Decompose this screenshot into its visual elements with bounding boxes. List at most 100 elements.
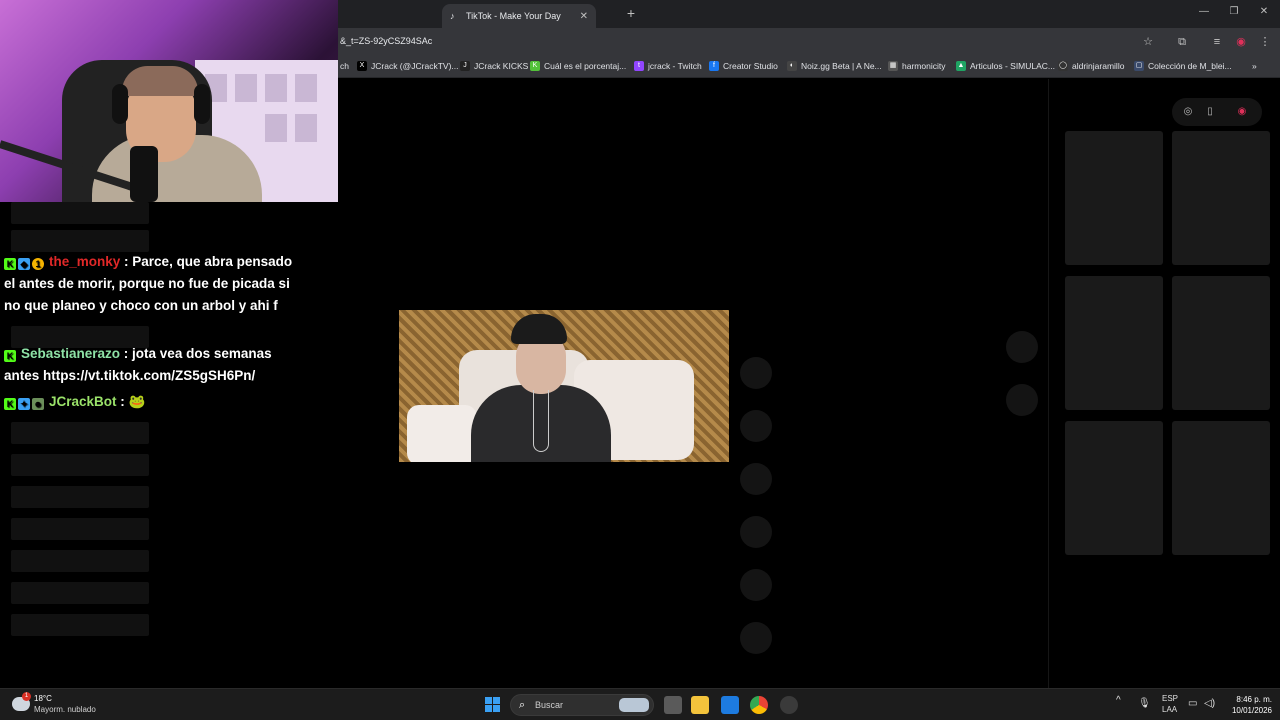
address-bar[interactable]: &_t=ZS-92yCSZ94SAc xyxy=(340,36,432,46)
microphone-tray-icon[interactable]: 🎙 xyxy=(1138,698,1151,709)
file-explorer-icon[interactable] xyxy=(691,696,709,714)
bookmark-label: JCrack (@JCrackTV)... xyxy=(371,61,459,71)
search-highlight-image xyxy=(619,698,649,712)
video-thumbnail[interactable] xyxy=(1065,131,1163,265)
bookmark-item[interactable]: J JCrack KICKS xyxy=(460,61,528,71)
tab-tiktok[interactable]: ♪ TikTok - Make Your Day ✕ xyxy=(442,4,596,28)
app-icon[interactable] xyxy=(780,696,798,714)
chrome-icon[interactable] xyxy=(750,696,768,714)
restore-icon[interactable]: ❐ xyxy=(1226,6,1242,17)
video-thumbnail[interactable] xyxy=(1172,131,1270,265)
chat-username[interactable]: JCrackBot xyxy=(49,394,117,409)
close-tab-icon[interactable]: ✕ xyxy=(580,11,588,22)
globe-icon: ◯ xyxy=(1058,61,1068,71)
chat-placeholder xyxy=(11,202,149,224)
video-thumbnail[interactable] xyxy=(1172,421,1270,555)
minimize-icon[interactable]: — xyxy=(1196,6,1212,17)
chat-username[interactable]: the_monky xyxy=(49,254,120,269)
language-indicator[interactable]: ESP xyxy=(1162,694,1178,703)
bookmark-item[interactable]: ▲ Articulos - SIMULAC... xyxy=(956,61,1055,71)
bookmark-label: jcrack - Twitch xyxy=(648,61,702,71)
chat-message: K ◆ 1 the_monky : Parce, que abra pensado e… xyxy=(4,254,293,313)
system-clock[interactable]: 8:46 p. m. 10/01/2026 xyxy=(1222,694,1272,716)
bookmark-item[interactable]: ▢ Colección de M_blei... xyxy=(1134,61,1232,71)
bookmarks-overflow-icon[interactable]: » xyxy=(1252,61,1257,71)
temperature[interactable]: 18°C xyxy=(34,694,52,703)
harmonicity-icon: ▦ xyxy=(888,61,898,71)
kick-badge-icon: K xyxy=(4,398,16,410)
bookmark-label: Creator Studio xyxy=(723,61,778,71)
phone-icon[interactable]: ▯ xyxy=(1204,106,1216,118)
kick-badge-icon: K xyxy=(4,258,16,270)
noiz-icon: ◐ xyxy=(787,61,797,71)
chat-placeholder xyxy=(11,518,149,540)
bookmark-item[interactable]: ▦ harmonicity xyxy=(888,61,945,71)
action-button[interactable] xyxy=(740,516,772,548)
media-control-icon[interactable]: ≡ xyxy=(1210,35,1224,49)
video-thumbnail[interactable] xyxy=(1065,421,1163,555)
nav-up-button[interactable] xyxy=(1006,331,1038,363)
bookmark-item[interactable]: ch xyxy=(340,61,349,71)
action-button[interactable] xyxy=(740,463,772,495)
task-view-icon[interactable] xyxy=(664,696,682,714)
compass-icon[interactable]: ◎ xyxy=(1182,106,1194,118)
action-button[interactable] xyxy=(740,357,772,389)
chat-placeholder xyxy=(11,614,149,636)
clock-time: 8:46 p. m. xyxy=(1236,695,1272,704)
outlook-icon[interactable] xyxy=(721,696,739,714)
close-window-icon[interactable]: ✕ xyxy=(1256,6,1272,17)
menu-kebab-icon[interactable]: ⋮ xyxy=(1258,35,1272,49)
bookmark-item[interactable]: ◯ aldrinjaramillo xyxy=(1058,61,1124,71)
doc-icon: ▢ xyxy=(1134,61,1144,71)
bookmark-item[interactable]: K Cuál es el porcentaj... xyxy=(530,61,626,71)
volume-icon[interactable]: ◁) xyxy=(1204,698,1215,709)
chat-placeholder xyxy=(11,486,149,508)
bookmark-item[interactable]: t jcrack - Twitch xyxy=(634,61,702,71)
nav-down-button[interactable] xyxy=(1006,384,1038,416)
bookmark-item[interactable]: X JCrack (@JCrackTV)... xyxy=(357,61,459,71)
headphones-icon xyxy=(194,84,210,124)
bot-badge-icon: ☻ xyxy=(32,398,44,410)
webcam-scene-element xyxy=(265,114,287,142)
tiktok-icon: ♪ xyxy=(450,11,455,21)
profile-icon[interactable]: ◉ xyxy=(1234,35,1248,49)
bookmark-label: Noiz.gg Beta | A Ne... xyxy=(801,61,882,71)
number-badge-icon: 1 xyxy=(32,258,44,270)
microphone-icon xyxy=(130,146,158,202)
bookmark-item[interactable]: ◐ Noiz.gg Beta | A Ne... xyxy=(787,61,882,71)
bookmark-label: Cuál es el porcentaj... xyxy=(544,61,627,71)
webcam-scene-element xyxy=(122,66,198,96)
network-icon[interactable]: ▭ xyxy=(1188,698,1197,709)
video-scene-element xyxy=(533,390,549,452)
video-thumbnail[interactable] xyxy=(1065,276,1163,410)
action-button[interactable] xyxy=(740,410,772,442)
weather-condition[interactable]: Mayorm. nublado xyxy=(34,705,96,714)
clock-date: 10/01/2026 xyxy=(1231,706,1272,715)
profile-avatar-icon[interactable]: ◉ xyxy=(1236,106,1248,118)
taskbar-search[interactable]: ⌕ Buscar xyxy=(510,694,654,716)
video-player[interactable] xyxy=(399,310,729,462)
windows-start-icon[interactable] xyxy=(485,697,500,712)
tray-overflow-icon[interactable]: ^ xyxy=(1116,695,1121,706)
extensions-icon[interactable]: ⧉ xyxy=(1175,35,1189,49)
gem-badge-icon: ◆ xyxy=(18,258,30,270)
action-button[interactable] xyxy=(740,569,772,601)
video-thumbnail[interactable] xyxy=(1172,276,1270,410)
headphones-icon xyxy=(112,84,128,124)
new-tab-button[interactable]: + xyxy=(624,5,638,21)
x-icon: X xyxy=(357,61,367,71)
webcam-scene-element xyxy=(265,74,287,102)
drive-icon: ▲ xyxy=(956,61,966,71)
kick-badge-icon: K xyxy=(4,350,16,362)
screen: ♪ TikTok - Make Your Day ✕ + — ❐ ✕ &_t=Z… xyxy=(0,0,1280,720)
tool-badge-icon: ✦ xyxy=(18,398,30,410)
keyboard-layout[interactable]: LAA xyxy=(1162,705,1177,714)
bookmark-label: Colección de M_blei... xyxy=(1148,61,1232,71)
action-button[interactable] xyxy=(740,622,772,654)
bookmark-item[interactable]: f Creator Studio xyxy=(709,61,778,71)
chat-username[interactable]: Sebastianerazo xyxy=(21,346,120,361)
chat-placeholder xyxy=(11,550,149,572)
bookmark-star-icon[interactable]: ☆ xyxy=(1141,35,1155,49)
bookmark-label: JCrack KICKS xyxy=(474,61,529,71)
twitch-icon: t xyxy=(634,61,644,71)
